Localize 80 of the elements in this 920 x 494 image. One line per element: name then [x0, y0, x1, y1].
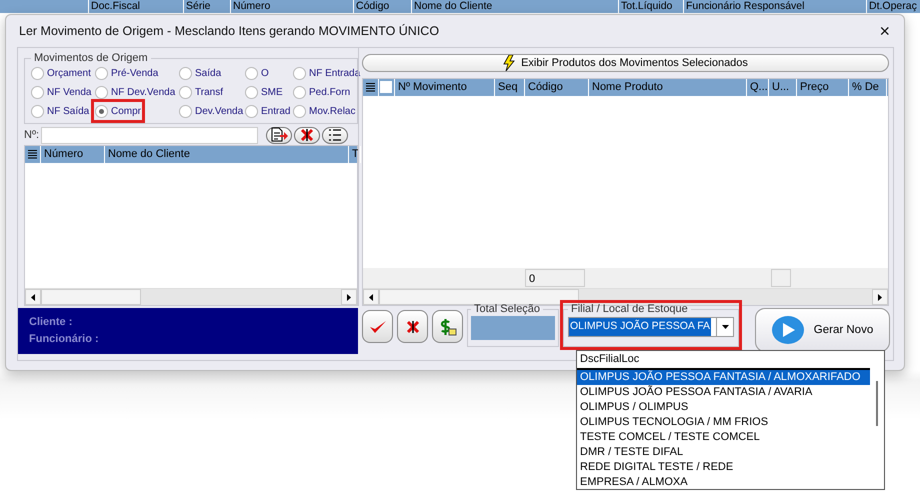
- grid-menu-icon[interactable]: [366, 83, 375, 92]
- column-header: Nome Produto: [589, 79, 747, 96]
- vertical-scrollbar[interactable]: [876, 381, 878, 426]
- horizontal-scrollbar[interactable]: [25, 288, 357, 305]
- horizontal-scrollbar[interactable]: [363, 288, 888, 305]
- branch-combo[interactable]: OLIMPUS JOÃO PESSOA FA: [568, 317, 734, 337]
- numbered-list-icon: [327, 127, 344, 143]
- export-button[interactable]: [266, 126, 292, 144]
- column-header: T: [349, 146, 361, 163]
- dropdown-item[interactable]: OLIMPUS / OLIMPUS: [577, 400, 870, 415]
- window-title: Ler Movimento de Origem - Mesclando Itens gerando MOVIMENTO ÚNICO: [19, 24, 440, 38]
- radio-option[interactable]: O: [245, 65, 269, 81]
- column-header: Preço: [797, 79, 849, 96]
- column-header: Série: [183, 0, 230, 13]
- info-label: Cliente :: [29, 315, 74, 330]
- group-title: Movimentos de Origem: [33, 52, 149, 64]
- list-button[interactable]: [322, 126, 348, 144]
- dropdown-item[interactable]: TESTE COMCEL / TESTE COMCEL: [577, 430, 870, 445]
- radio-option[interactable]: Entrad: [245, 103, 290, 119]
- document-arrow-icon: [270, 127, 288, 143]
- column-header: Q...: [747, 79, 769, 96]
- column-header: Doc.Fiscal: [88, 0, 183, 13]
- radio-option[interactable]: Orçament: [31, 65, 91, 81]
- column-header: Código: [525, 79, 589, 96]
- radio-option[interactable]: Transf: [179, 84, 223, 100]
- dropdown-item[interactable]: EMPRESA / ALMOXA: [577, 475, 870, 490]
- field-label: Nº:: [24, 129, 40, 141]
- radio-option[interactable]: NF Dev.Venda: [95, 84, 176, 100]
- column-header: Tot.Líquido: [618, 0, 683, 13]
- number-field[interactable]: [41, 126, 258, 144]
- group-title: Filial / Local de Estoque: [570, 303, 689, 315]
- confirm-button[interactable]: [362, 310, 393, 343]
- radio-option[interactable]: Saída: [179, 65, 222, 81]
- show-products-button[interactable]: Exibir Produtos dos Movimentos Selecionados: [362, 54, 889, 72]
- column-header: Nome do Cliente: [411, 0, 618, 13]
- info-label: Funcionário :: [29, 332, 100, 347]
- group-title: Total Seleção: [473, 303, 542, 315]
- close-button[interactable]: ×: [873, 20, 896, 42]
- generate-button[interactable]: Gerar Novo: [755, 308, 890, 352]
- radio-option[interactable]: NF Venda: [31, 84, 92, 100]
- column-header: Funcionário Responsável: [683, 0, 866, 13]
- play-icon: [772, 316, 804, 344]
- caret-icon[interactable]: [722, 325, 728, 329]
- column-header: Nome do Cliente: [105, 146, 349, 163]
- radio-option[interactable]: NF Entrada: [293, 65, 360, 81]
- select-all-checkbox[interactable]: [380, 81, 392, 93]
- delete-button[interactable]: [294, 126, 320, 144]
- money-button[interactable]: [432, 310, 463, 343]
- radio-option[interactable]: SME: [245, 84, 283, 100]
- grid-menu-icon[interactable]: [28, 150, 37, 159]
- checkmark-icon: [368, 318, 386, 334]
- dropdown-item[interactable]: OLIMPUS JOÃO PESSOA FANTASIA / AVARIA: [577, 385, 870, 400]
- cross-icon: [300, 128, 314, 142]
- column-header: Número: [230, 0, 353, 13]
- dropdown-item[interactable]: OLIMPUS JOÃO PESSOA FANTASIA / ALMOXARIFADO: [577, 370, 870, 385]
- footer-cell: [771, 269, 791, 287]
- lightning-icon: [503, 55, 516, 71]
- right-arrow-icon[interactable]: [347, 294, 351, 300]
- dropdown-item[interactable]: DMR / TESTE DIFAL: [577, 445, 870, 460]
- cross-icon: [406, 320, 420, 334]
- column-header: Número: [41, 146, 105, 163]
- column-header: Código: [353, 0, 411, 13]
- left-arrow-icon[interactable]: [31, 294, 35, 300]
- footer-cell: 0: [525, 269, 585, 287]
- column-header: Seq: [495, 79, 525, 96]
- money-icon: [438, 318, 456, 336]
- radio-option[interactable]: Mov.Relac: [293, 103, 356, 119]
- column-header: % De: [849, 79, 887, 96]
- left-arrow-icon[interactable]: [369, 294, 373, 300]
- radio-option[interactable]: Dev.Venda: [179, 103, 244, 119]
- right-arrow-icon[interactable]: [878, 294, 882, 300]
- radio-option[interactable]: Pré-Venda: [95, 65, 158, 81]
- radio-option[interactable]: Ped.Forn: [293, 84, 350, 100]
- column-header: Nº Movimento: [395, 79, 495, 96]
- radio-option[interactable]: NF Saída: [31, 103, 90, 119]
- dropdown-item[interactable]: OLIMPUS TECNOLOGIA / MM FRIOS: [577, 415, 870, 430]
- cancel-button[interactable]: [397, 310, 428, 343]
- column-header: Dt.Operaç: [866, 0, 918, 13]
- column-header: U...: [769, 79, 797, 96]
- dropdown-item[interactable]: REDE DIGITAL TESTE / REDE: [577, 460, 870, 475]
